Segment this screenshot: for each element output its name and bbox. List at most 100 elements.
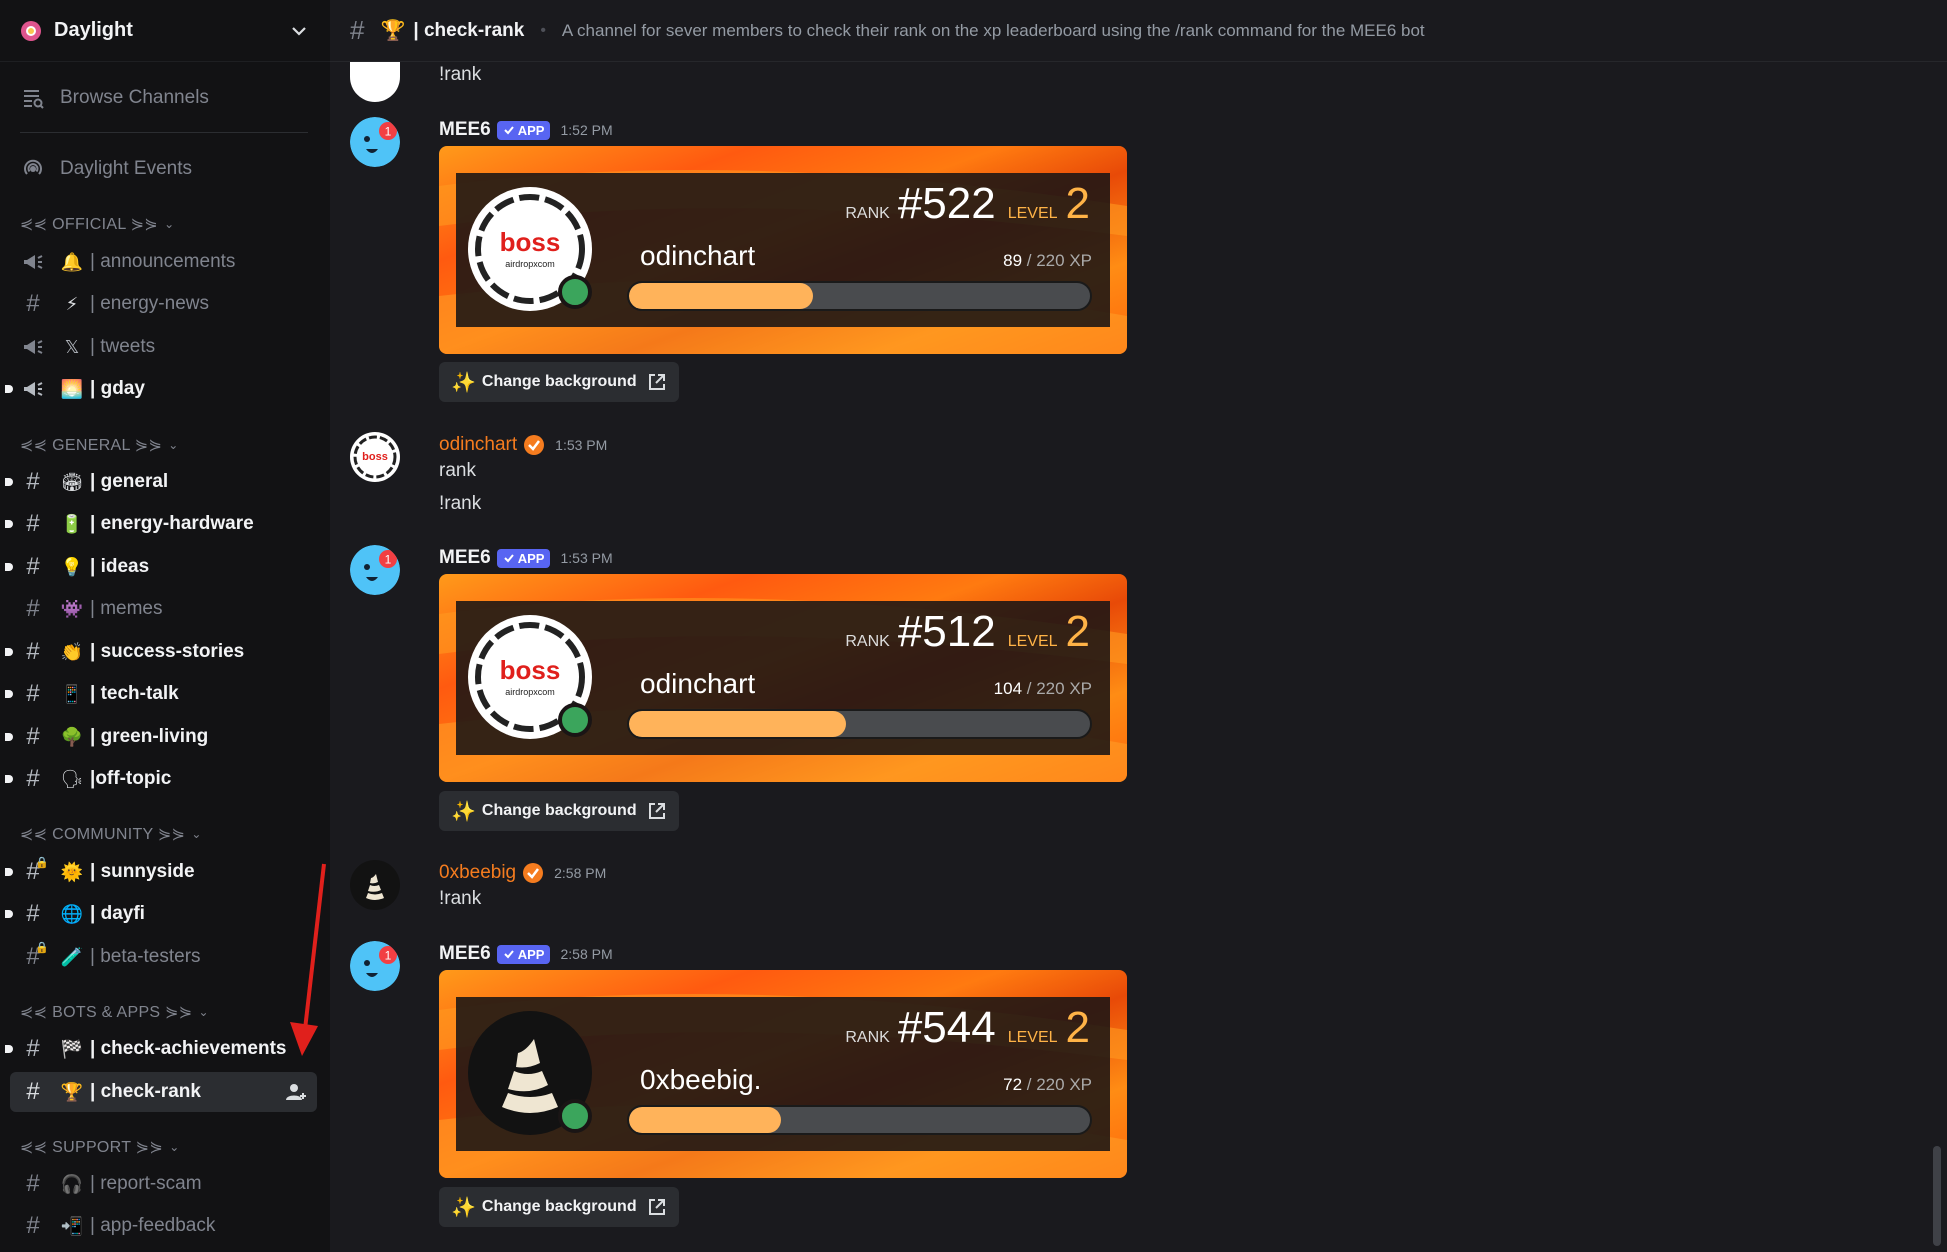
channel-tweets[interactable]: 𝕏 | tweets [10,327,317,367]
channel-label: | tweets [90,336,156,357]
change-background-button[interactable]: ✨ Change background [439,362,679,402]
svg-text:boss: boss [500,655,561,685]
author-name[interactable]: MEE6 [439,943,491,965]
category-label: ⋞⋞ SUPPORT ⋟⋟ [20,1139,164,1156]
change-background-button[interactable]: ✨ Change background [439,1187,679,1227]
mee6-avatar[interactable]: 1 [350,941,400,991]
external-link-icon [648,1199,665,1215]
scrollbar-thumb[interactable] [1933,1146,1941,1246]
hash-icon: # [26,553,40,580]
channel-green-living[interactable]: # 🌳 | green-living [5,717,317,757]
channel-announcements[interactable]: 🔔 | announcements [10,242,317,282]
category-support[interactable]: ⋞⋞ SUPPORT ⋟⋟ ⌄ [20,1135,180,1159]
xp-text: 89 / 220 XP [1003,251,1092,270]
rank-username: 0xbeebig. [640,1064,762,1095]
change-background-button[interactable]: ✨ Change background [439,791,679,831]
channel-success-stories[interactable]: # 👏 | success-stories [5,632,317,672]
author-name[interactable]: MEE6 [439,547,491,569]
rank-username: odinchart [640,240,756,271]
rank-line: RANK #544 LEVEL 2 [845,1003,1090,1053]
channel-report-scam[interactable]: # 🎧 | report-scam [10,1164,317,1204]
channel-sunnyside[interactable]: # 🔒 🌞 | sunnyside [5,852,317,892]
chevron-down-icon[interactable] [288,20,310,42]
author-name[interactable]: MEE6 [439,119,491,141]
level-value: 2 [1065,1003,1090,1052]
channel-tech-talk[interactable]: # 📱 | tech-talk [5,674,317,714]
hash-icon: # [26,510,40,537]
user-avatar[interactable] [350,62,400,102]
megaphone-icon [20,376,46,402]
external-link-icon [648,374,665,390]
chevron-down-icon: ⌄ [191,827,202,841]
lock-icon: 🔒 [35,942,49,954]
hash-icon: # [26,638,40,665]
channel-energy-news[interactable]: # ⚡ | energy-news [10,284,317,324]
unread-indicator [5,910,13,918]
mee6-avatar[interactable]: 1 [350,545,400,595]
events-icon [20,156,46,182]
category-official[interactable]: ⋞⋞ OFFICIAL ⋟⋟ ⌄ [20,212,175,236]
unread-indicator [5,733,13,741]
online-status-dot [558,1099,592,1133]
channel-topic[interactable]: A channel for sever members to check the… [562,21,1425,41]
category-community[interactable]: ⋞⋞ COMMUNITY ⋟⋟ ⌄ [20,822,202,846]
channel-label: | green-living [90,726,209,747]
channel-check-rank[interactable]: # 🏆 | check-rank [10,1072,317,1112]
unread-indicator [5,520,13,528]
channel-dayfi[interactable]: # 🌐 | dayfi [5,894,317,934]
rank-label: RANK [845,205,890,222]
channel-label: | check-rank [90,1081,201,1102]
channel-beta-testers[interactable]: # 🔒 🧪 | beta-testers [10,937,317,977]
channel-energy-hardware[interactable]: # 🔋 | energy-hardware [5,504,317,544]
user-avatar[interactable]: boss [350,432,400,482]
mee6-avatar[interactable]: 1 [350,117,400,167]
author-name[interactable]: 0xbeebig [439,862,516,884]
category-label: ⋞⋞ BOTS & APPS ⋟⋟ [20,1004,193,1021]
button-label: Change background [481,373,637,390]
rank-card-panel: boss airdropxcom RANK #522 LEVEL 2 odinch… [456,173,1110,327]
xp-progress-fill [629,1107,782,1133]
events-item[interactable]: Daylight Events [10,149,317,189]
user-avatar[interactable] [350,860,400,910]
verified-badge-icon [523,863,544,883]
server-header[interactable]: Daylight [0,0,330,62]
svg-text:1: 1 [385,949,392,963]
unread-indicator [5,563,13,571]
lock-icon: 🔒 [35,857,49,869]
message-text: !rank [439,888,482,909]
channel-general[interactable]: # 🏟 | general [5,462,317,502]
megaphone-icon [20,249,46,275]
button-label: Change background [481,1198,637,1215]
lightbulb-icon: 💡 [60,556,84,577]
unread-indicator [5,385,13,393]
channel-gday[interactable]: 🌅 | gday [5,369,317,409]
channel-check-achievements[interactable]: # 🏁 | check-achievements [5,1029,317,1069]
rank-card-panel: RANK #544 LEVEL 2 0xbeebig. 72 / 220 XP [456,997,1110,1151]
channel-ideas[interactable]: # 💡 | ideas [5,547,317,587]
rank-line: RANK #512 LEVEL 2 [845,607,1090,657]
sun-icon: 🌞 [60,861,84,882]
red-annotation-arrow [290,863,326,1056]
unread-indicator [5,1045,13,1053]
hash-icon: # [26,900,40,927]
sparkles-icon: ✨ [451,371,476,394]
invite-user-icon[interactable] [285,1081,307,1103]
timestamp: 1:53 PM [560,550,613,566]
category-general[interactable]: ⋞⋞ GENERAL ⋟⋟ ⌄ [20,433,179,457]
channel-memes[interactable]: # 👾 | memes [10,589,317,629]
verified-badge-icon [524,435,545,455]
browse-channels[interactable]: Browse Channels [10,78,317,118]
phone-icon: 📱 [60,683,84,704]
channel-label: |off-topic [90,768,172,789]
svg-text:airdropxcom: airdropxcom [505,259,555,269]
channel-off-topic[interactable]: # 🗣 |off-topic [5,759,317,799]
author-name[interactable]: odinchart [439,434,517,456]
rank-value: #544 [897,1003,996,1052]
category-label: ⋞⋞ COMMUNITY ⋟⋟ [20,826,186,843]
channel-app-feedback[interactable]: # 📲 | app-feedback [10,1206,317,1246]
unread-indicator [5,775,13,783]
svg-text:boss: boss [362,451,388,463]
message-header: MEE6 APP 1:53 PM [439,545,613,571]
xp-text: 72 / 220 XP [1003,1075,1092,1094]
category-bots-apps[interactable]: ⋞⋞ BOTS & APPS ⋟⋟ ⌄ [20,1000,209,1024]
